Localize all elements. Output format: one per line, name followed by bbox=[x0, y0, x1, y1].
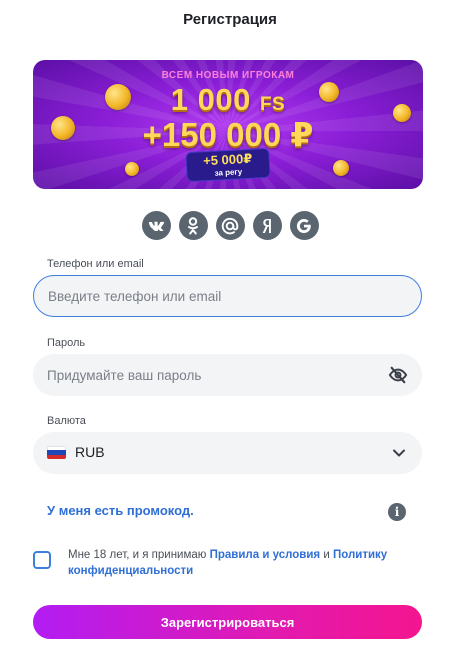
password-input[interactable] bbox=[33, 367, 422, 383]
password-field[interactable] bbox=[33, 354, 422, 396]
info-icon[interactable]: i bbox=[388, 503, 406, 521]
currency-select[interactable]: RUB bbox=[33, 432, 422, 474]
coin-icon bbox=[333, 160, 349, 176]
chevron-down-icon bbox=[393, 449, 405, 457]
fs-amount: 1 000 bbox=[170, 82, 251, 117]
banner-headline: ВСЕМ НОВЫМ ИГРОКАМ bbox=[161, 70, 295, 81]
mail-icon[interactable] bbox=[215, 211, 245, 240]
password-label: Пароль bbox=[47, 337, 86, 349]
odnoklassniki-icon[interactable] bbox=[178, 211, 208, 240]
banner-fs-amount: 1 000 FS bbox=[33, 82, 423, 118]
fs-unit: FS bbox=[259, 94, 286, 115]
terms-and: и bbox=[320, 549, 333, 561]
coin-icon bbox=[125, 162, 139, 176]
eye-off-icon[interactable] bbox=[388, 366, 408, 384]
banner-rub-amount: +150 000 ₽ bbox=[142, 116, 314, 153]
banner-badge: +5 000₽ за регу bbox=[185, 147, 271, 183]
yandex-icon[interactable] bbox=[252, 211, 282, 240]
vk-icon[interactable] bbox=[141, 211, 171, 240]
russia-flag-icon bbox=[47, 446, 66, 459]
currency-value: RUB bbox=[75, 444, 105, 460]
login-input[interactable] bbox=[34, 288, 421, 304]
promo-code-link[interactable]: У меня есть промокод. bbox=[47, 503, 194, 518]
promo-banner[interactable]: ВСЕМ НОВЫМ ИГРОКАМ 1 000 FS +150 000 ₽ +… bbox=[33, 60, 423, 189]
page-title: Регистрация bbox=[183, 11, 277, 28]
login-field[interactable] bbox=[33, 275, 422, 317]
register-button[interactable]: Зарегистрироваться bbox=[33, 605, 422, 639]
social-login-bar bbox=[0, 211, 460, 240]
google-icon[interactable] bbox=[289, 211, 319, 240]
terms-link[interactable]: Правила и условия bbox=[210, 549, 321, 561]
currency-label: Валюта bbox=[47, 415, 86, 427]
login-label: Телефон или email bbox=[47, 258, 144, 270]
terms-text: Мне 18 лет, и я принимаю Правила и услов… bbox=[68, 548, 418, 579]
terms-checkbox[interactable] bbox=[33, 551, 51, 569]
terms-prefix: Мне 18 лет, и я принимаю bbox=[68, 549, 210, 561]
